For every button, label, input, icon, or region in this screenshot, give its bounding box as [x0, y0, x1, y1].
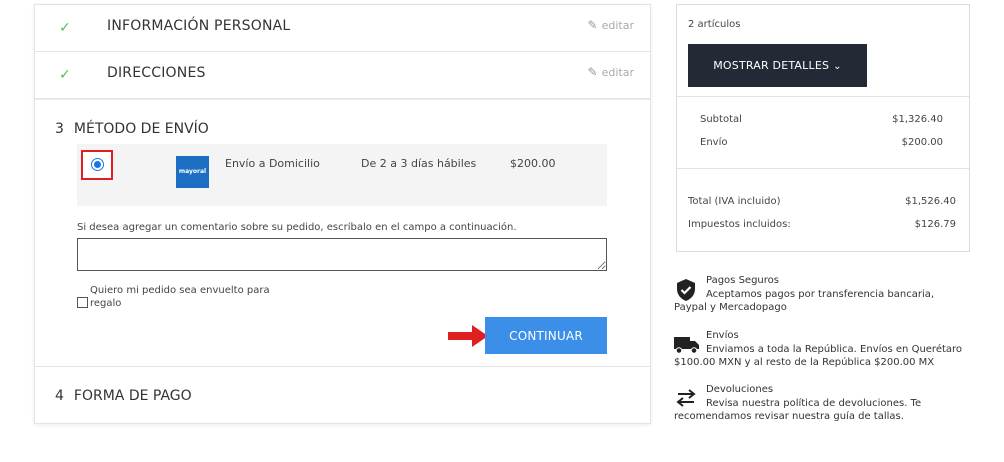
shipping-time: De 2 a 3 días hábiles — [361, 157, 477, 170]
shipping-name: Envío a Domicilio — [225, 157, 320, 170]
info-text-line2: Paypal y Mercadopago — [674, 302, 787, 313]
total-label: Total (IVA incluido) — [688, 196, 781, 207]
shield-check-icon — [677, 279, 695, 301]
items-count: 2 artículos — [688, 19, 741, 30]
subtotal-value: $1,326.40 — [892, 114, 943, 125]
edit-link[interactable]: ✎ editar — [588, 65, 634, 79]
taxes-label: Impuestos incluidos: — [688, 219, 791, 230]
check-icon: ✓ — [59, 20, 71, 36]
info-text-line2: recomendamos revisar nuestra guía de tal… — [674, 411, 904, 422]
order-summary: 2 artículos MOSTRAR DETALLES ⌄ Subtotal $… — [676, 4, 970, 252]
step-addresses[interactable]: ✓ DIRECCIONES ✎ editar — [35, 52, 650, 99]
step-number: 3 — [55, 121, 64, 137]
info-text-line2: $100.00 MXN y al resto de la República $… — [674, 357, 935, 368]
gift-checkbox[interactable] — [77, 297, 88, 308]
continue-button[interactable]: CONTINUAR — [485, 317, 607, 354]
step-personal-info[interactable]: ✓ INFORMACIÓN PERSONAL ✎ editar — [35, 5, 650, 52]
step-heading: 4 FORMA DE PAGO — [55, 388, 192, 404]
edit-label: editar — [601, 66, 634, 79]
truck-icon — [674, 337, 699, 354]
info-text-line1: Revisa nuestra política de devoluciones.… — [706, 397, 922, 409]
pencil-icon: ✎ — [587, 18, 598, 32]
info-text-line1: Enviamos a toda la República. Envíos en … — [706, 343, 963, 355]
step-shipping-method: 3 MÉTODO DE ENVÍO mayoral Envío a Domicil… — [35, 99, 650, 367]
step-payment-method[interactable]: 4 FORMA DE PAGO — [35, 367, 650, 425]
step-title: INFORMACIÓN PERSONAL — [107, 18, 291, 34]
comment-label: Si desea agregar un comentario sobre su … — [77, 222, 517, 233]
step-title: FORMA DE PAGO — [73, 388, 192, 404]
total-value: $1,526.40 — [905, 196, 956, 207]
step-title: DIRECCIONES — [107, 65, 206, 81]
subtotal-row: Subtotal $1,326.40 — [700, 114, 943, 125]
info-text-line1: Aceptamos pagos por transferencia bancar… — [706, 288, 935, 300]
gift-label-line2: regalo — [90, 298, 122, 309]
shipping-row: Envío $200.00 — [700, 137, 943, 148]
shipping-label: Envío — [700, 137, 728, 148]
show-details-button[interactable]: MOSTRAR DETALLES ⌄ — [688, 44, 867, 87]
step-heading: 3 MÉTODO DE ENVÍO — [55, 121, 209, 137]
edit-link[interactable]: ✎ editar — [588, 18, 634, 32]
gift-wrap-option[interactable]: Quiero mi pedido sea envuelto para regal… — [77, 284, 277, 310]
comment-textarea[interactable] — [77, 238, 607, 271]
subtotal-label: Subtotal — [700, 114, 742, 125]
info-title: Pagos Seguros — [706, 275, 779, 286]
checkout-panel: ✓ INFORMACIÓN PERSONAL ✎ editar ✓ DIRECCI… — [34, 4, 651, 424]
red-arrow-icon — [448, 325, 488, 347]
divider — [677, 168, 969, 169]
shipping-radio[interactable] — [91, 158, 104, 171]
info-returns: Devoluciones Revisa nuestra política de … — [674, 383, 974, 424]
step-number: 4 — [55, 388, 64, 404]
total-row: Total (IVA incluido) $1,526.40 — [688, 196, 956, 207]
shipping-price: $200.00 — [510, 157, 556, 170]
chevron-down-icon: ⌄ — [833, 61, 842, 72]
exchange-arrows-icon — [676, 389, 696, 407]
info-secure-payments: Pagos Seguros Aceptamos pagos por transf… — [674, 274, 974, 315]
taxes-value: $126.79 — [914, 219, 956, 230]
check-icon: ✓ — [59, 67, 71, 83]
step-title: MÉTODO DE ENVÍO — [73, 121, 209, 137]
edit-label: editar — [601, 19, 634, 32]
info-shipping: Envíos Enviamos a toda la República. Env… — [674, 329, 974, 370]
show-details-label: MOSTRAR DETALLES — [713, 59, 830, 72]
radio-highlight — [81, 150, 113, 180]
gift-label-line1: Quiero mi pedido sea envuelto para — [90, 285, 270, 296]
pencil-icon: ✎ — [587, 65, 598, 79]
divider — [677, 96, 969, 97]
info-title: Envíos — [706, 330, 739, 341]
taxes-row: Impuestos incluidos: $126.79 — [688, 219, 956, 230]
info-title: Devoluciones — [706, 384, 774, 395]
shipping-option-row[interactable]: mayoral Envío a Domicilio De 2 a 3 días … — [77, 144, 607, 206]
mayoral-logo: mayoral — [176, 156, 209, 188]
shipping-value: $200.00 — [901, 137, 943, 148]
